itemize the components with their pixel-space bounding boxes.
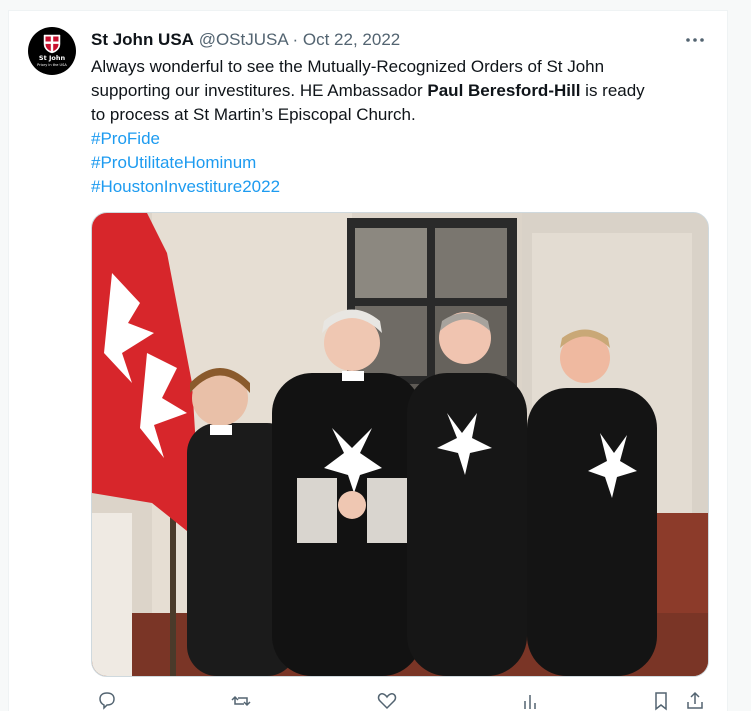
shield-icon <box>43 34 61 54</box>
tweet-text-line: supporting our investitures. HE Ambassad… <box>91 79 701 103</box>
heart-icon[interactable] <box>377 691 397 711</box>
tweet-header: St John USA @OStJUSA · Oct 22, 2022 <box>91 29 400 51</box>
tweet-text-line: to process at St Martin’s Episcopal Chur… <box>91 105 416 124</box>
tweet-text-segment: is ready <box>580 81 645 100</box>
separator: · <box>292 30 299 49</box>
hashtag-link[interactable]: #ProFide <box>91 127 701 151</box>
retweet-icon[interactable] <box>231 691 251 711</box>
tweet-text-line: Always wonderful to see the Mutually-Rec… <box>91 57 605 76</box>
action-bar <box>91 691 707 711</box>
author-handle[interactable]: @OStJUSA <box>199 30 288 49</box>
tweet-text: Always wonderful to see the Mutually-Rec… <box>91 55 701 199</box>
reply-icon[interactable] <box>97 691 117 711</box>
tweet-photo[interactable] <box>91 212 709 677</box>
hashtag-link[interactable]: #ProUtilitateHominum <box>91 151 701 175</box>
tweet-card[interactable]: St John Priory in the USA St John USA @O… <box>8 10 728 711</box>
avatar-subtitle: Priory in the USA <box>37 63 67 67</box>
avatar[interactable]: St John Priory in the USA <box>28 27 76 75</box>
author-name[interactable]: St John USA <box>91 30 194 49</box>
mention-bold-name: Paul Beresford-Hill <box>427 81 581 100</box>
views-icon[interactable] <box>521 691 541 711</box>
hashtag-link[interactable]: #HoustonInvestiture2022 <box>91 175 701 199</box>
tweet-text-segment: supporting our investitures. HE Ambassad… <box>91 81 428 100</box>
share-icon[interactable] <box>685 691 705 711</box>
photo-scene <box>92 213 708 676</box>
tweet-date[interactable]: Oct 22, 2022 <box>303 30 400 49</box>
avatar-title: St John <box>38 54 66 62</box>
more-dots-icon[interactable] <box>681 29 709 51</box>
bookmark-icon[interactable] <box>651 691 671 711</box>
